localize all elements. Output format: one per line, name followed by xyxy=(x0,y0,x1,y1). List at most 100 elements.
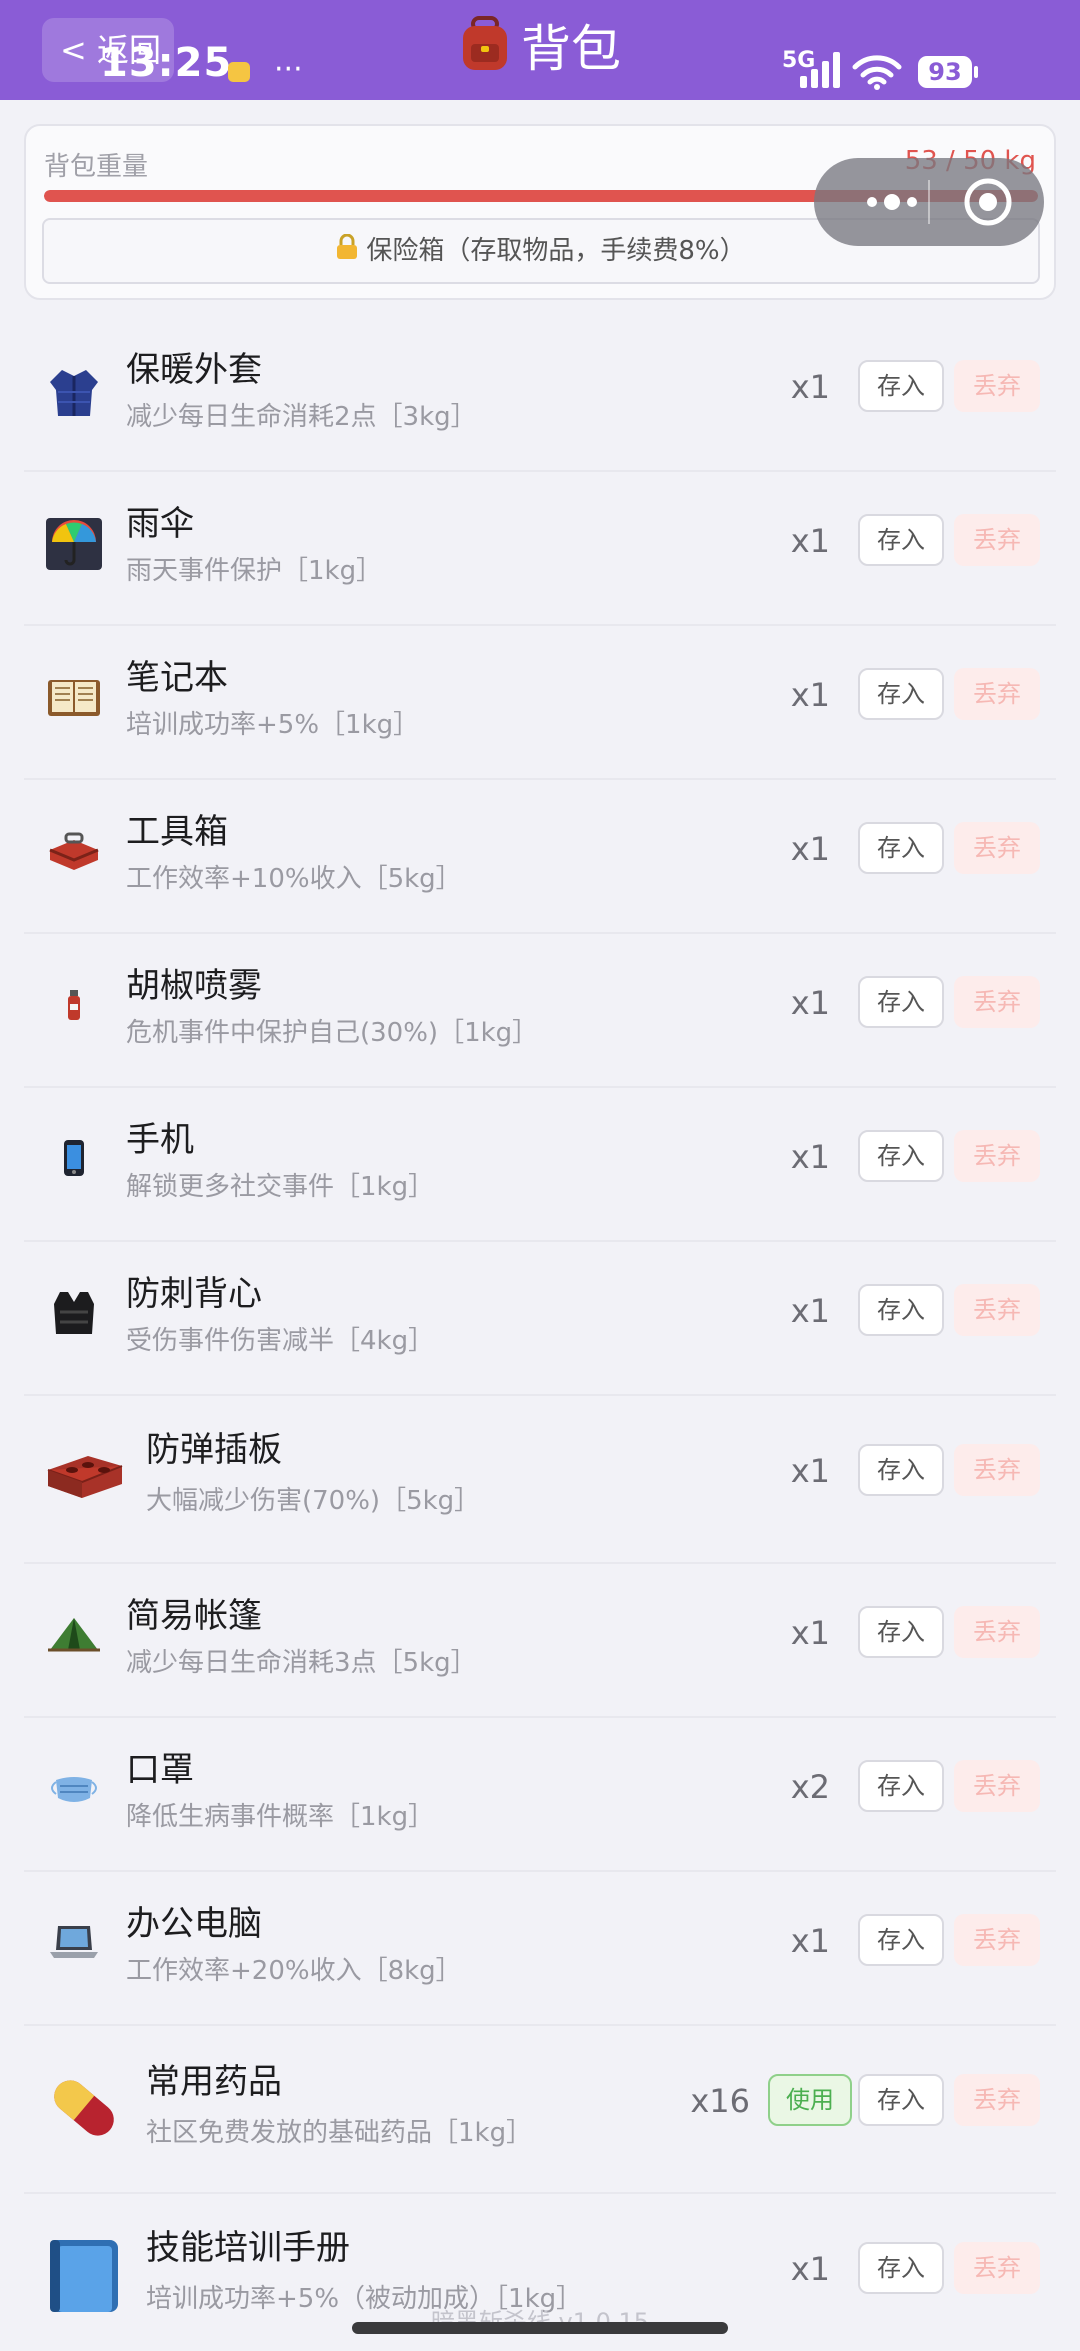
item-name: 工具箱 xyxy=(126,812,228,852)
store-button[interactable]: 存入 xyxy=(858,1130,944,1182)
list-item: 工具箱 工作效率+10%收入［5kg］ x1 存入 丢弃 xyxy=(24,780,1056,934)
item-qty: x1 xyxy=(790,368,830,406)
list-item: 雨伞 雨天事件保护［1kg］ x1 存入 丢弃 xyxy=(24,472,1056,626)
item-name: 笔记本 xyxy=(126,658,228,698)
discard-button[interactable]: 丢弃 xyxy=(954,976,1040,1028)
list-item: 办公电脑 工作效率+20%收入［8kg］ x1 存入 丢弃 xyxy=(24,1872,1056,2026)
store-button[interactable]: 存入 xyxy=(858,1284,944,1336)
store-button[interactable]: 存入 xyxy=(858,1444,944,1496)
more-menu-icon[interactable] xyxy=(844,158,940,246)
store-button[interactable]: 存入 xyxy=(858,976,944,1028)
item-name: 办公电脑 xyxy=(126,1904,262,1944)
discard-button[interactable]: 丢弃 xyxy=(954,1444,1040,1496)
item-name: 胡椒喷雾 xyxy=(126,966,262,1006)
manual-book-icon xyxy=(44,2232,124,2312)
item-name: 技能培训手册 xyxy=(146,2228,350,2268)
item-desc: 工作效率+20%收入［8kg］ xyxy=(126,1956,462,1986)
item-desc: 社区免费发放的基础药品［1kg］ xyxy=(146,2118,533,2148)
item-desc: 减少每日生命消耗2点［3kg］ xyxy=(126,402,477,432)
top-bar: < 返回 13:25 ··· 背包 5G 93 xyxy=(0,0,1080,100)
item-name: 雨伞 xyxy=(126,504,194,544)
item-desc: 危机事件中保护自己(30%)［1kg］ xyxy=(126,1018,539,1048)
item-desc: 减少每日生命消耗3点［5kg］ xyxy=(126,1648,477,1678)
list-item: 简易帐篷 减少每日生命消耗3点［5kg］ x1 存入 丢弃 xyxy=(24,1564,1056,1718)
item-desc: 培训成功率+5%［1kg］ xyxy=(126,710,420,740)
item-name: 防刺背心 xyxy=(126,1274,262,1314)
store-button[interactable]: 存入 xyxy=(858,2074,944,2126)
item-desc: 受伤事件伤害减半［4kg］ xyxy=(126,1326,435,1356)
list-item: 手机 解锁更多社交事件［1kg］ x1 存入 丢弃 xyxy=(24,1088,1056,1242)
wifi-icon xyxy=(852,54,902,94)
discard-button[interactable]: 丢弃 xyxy=(954,822,1040,874)
vest-icon xyxy=(44,1282,104,1342)
spray-icon xyxy=(44,974,104,1034)
list-item: 胡椒喷雾 危机事件中保护自己(30%)［1kg］ x1 存入 丢弃 xyxy=(24,934,1056,1088)
item-desc: 雨天事件保护［1kg］ xyxy=(126,556,383,586)
mask-icon xyxy=(44,1758,104,1818)
notebook-icon xyxy=(44,666,104,726)
item-qty: x1 xyxy=(790,676,830,714)
backpack-icon xyxy=(459,15,511,90)
laptop-icon xyxy=(44,1912,104,1972)
list-item: 保暖外套 减少每日生命消耗2点［3kg］ x1 存入 丢弃 xyxy=(24,316,1056,472)
item-qty: x1 xyxy=(790,1452,830,1490)
use-button[interactable]: 使用 xyxy=(768,2074,852,2126)
item-name: 手机 xyxy=(126,1120,194,1160)
close-miniprogram-icon[interactable] xyxy=(962,176,1014,232)
item-name: 口罩 xyxy=(126,1750,194,1790)
discard-button[interactable]: 丢弃 xyxy=(954,1606,1040,1658)
battery-tip xyxy=(974,66,978,78)
store-button[interactable]: 存入 xyxy=(858,822,944,874)
capsule-divider xyxy=(928,180,930,224)
lock-icon xyxy=(336,221,358,283)
store-button[interactable]: 存入 xyxy=(858,1760,944,1812)
tent-icon xyxy=(44,1604,104,1664)
list-item: 常用药品 社区免费发放的基础药品［1kg］ x16 使用 存入 丢弃 xyxy=(24,2026,1056,2194)
item-name: 防弹插板 xyxy=(146,1430,282,1470)
discard-button[interactable]: 丢弃 xyxy=(954,360,1040,412)
store-button[interactable]: 存入 xyxy=(858,360,944,412)
list-item: 笔记本 培训成功率+5%［1kg］ x1 存入 丢弃 xyxy=(24,626,1056,780)
discard-button[interactable]: 丢弃 xyxy=(954,2074,1040,2126)
item-qty: x1 xyxy=(790,830,830,868)
list-item: 防刺背心 受伤事件伤害减半［4kg］ x1 存入 丢弃 xyxy=(24,1242,1056,1396)
discard-button[interactable]: 丢弃 xyxy=(954,1914,1040,1966)
weight-label: 背包重量 xyxy=(44,152,149,182)
item-qty: x16 xyxy=(690,2082,750,2120)
item-qty: x1 xyxy=(790,2250,830,2288)
store-button[interactable]: 存入 xyxy=(858,668,944,720)
item-qty: x1 xyxy=(790,1292,830,1330)
store-button[interactable]: 存入 xyxy=(858,1914,944,1966)
page-title: 背包 xyxy=(521,20,621,78)
store-button[interactable]: 存入 xyxy=(858,1606,944,1658)
item-qty: x1 xyxy=(790,1614,830,1652)
discard-button[interactable]: 丢弃 xyxy=(954,1284,1040,1336)
item-desc: 解锁更多社交事件［1kg］ xyxy=(126,1172,435,1202)
item-qty: x2 xyxy=(790,1768,830,1806)
store-button[interactable]: 存入 xyxy=(858,2242,944,2294)
umbrella-icon xyxy=(44,512,104,572)
item-qty: x1 xyxy=(790,1138,830,1176)
item-qty: x1 xyxy=(790,984,830,1022)
item-qty: x1 xyxy=(790,522,830,560)
home-indicator[interactable] xyxy=(352,2322,728,2334)
list-item: 防弹插板 大幅减少伤害(70%)［5kg］ x1 存入 丢弃 xyxy=(24,1396,1056,1564)
item-desc: 降低生病事件概率［1kg］ xyxy=(126,1802,435,1832)
item-desc: 大幅减少伤害(70%)［5kg］ xyxy=(146,1486,481,1516)
item-name: 保暖外套 xyxy=(126,350,262,390)
item-name: 常用药品 xyxy=(146,2062,282,2102)
item-desc: 工作效率+10%收入［5kg］ xyxy=(126,864,462,894)
mini-program-capsule xyxy=(814,158,1044,246)
item-qty: x1 xyxy=(790,1922,830,1960)
battery-level: 93 xyxy=(918,56,972,88)
discard-button[interactable]: 丢弃 xyxy=(954,514,1040,566)
brick-plate-icon xyxy=(44,1436,124,1516)
store-button[interactable]: 存入 xyxy=(858,514,944,566)
discard-button[interactable]: 丢弃 xyxy=(954,1760,1040,1812)
discard-button[interactable]: 丢弃 xyxy=(954,668,1040,720)
discard-button[interactable]: 丢弃 xyxy=(954,2242,1040,2294)
phone-icon xyxy=(44,1128,104,1188)
list-item: 口罩 降低生病事件概率［1kg］ x2 存入 丢弃 xyxy=(24,1718,1056,1872)
discard-button[interactable]: 丢弃 xyxy=(954,1130,1040,1182)
safe-box-label: 保险箱（存取物品，手续费8%） xyxy=(366,236,746,266)
